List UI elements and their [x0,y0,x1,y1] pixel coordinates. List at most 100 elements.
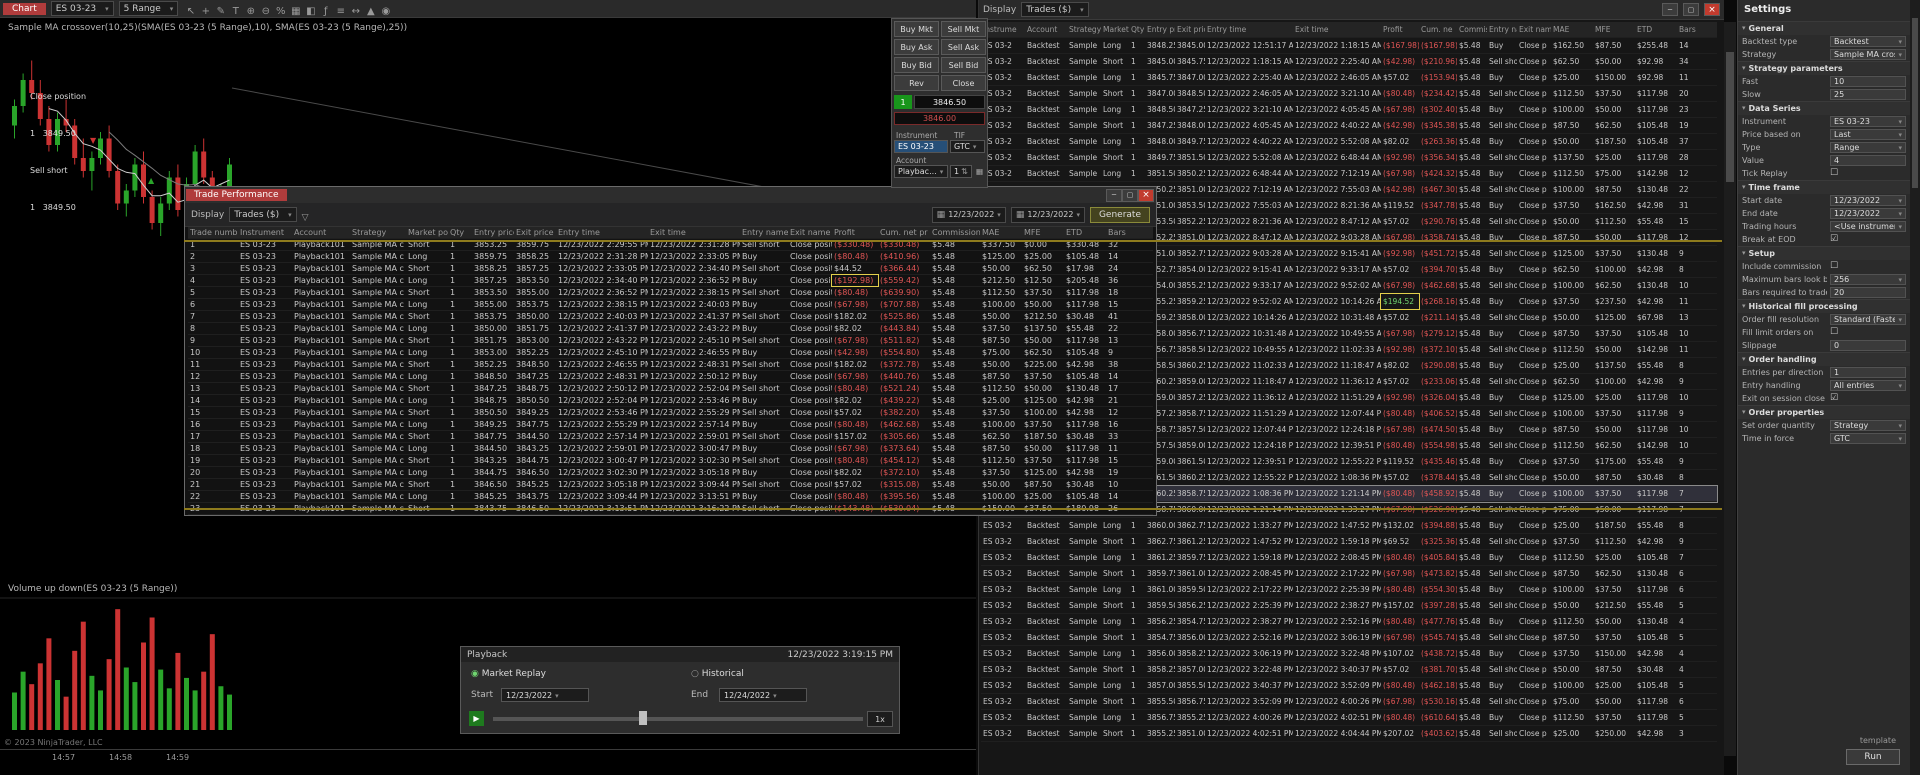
buy-ask-button[interactable]: Buy Ask [894,39,939,55]
checkbox[interactable]: ☐ [1830,167,1906,180]
column-header[interactable]: Instrument [238,227,292,238]
maximize-button[interactable] [1122,188,1138,202]
column-header[interactable]: Cum. ne [1419,22,1457,37]
collapse-icon[interactable]: ▾ [1742,353,1746,366]
text-tool-icon[interactable]: T [228,6,243,17]
zoom-out-icon[interactable]: ⊖ [258,6,273,17]
scrollbar-thumb[interactable] [1726,52,1734,182]
table-row[interactable]: 8 ES 03-23 Playback101 Sample MA c Long 1 3850… [188,323,1153,335]
marker-icon[interactable]: ▲ [363,6,378,17]
tif-select[interactable]: GTC [950,140,985,153]
table-row[interactable]: 14 ES 03-23 Playback101 Sample MA c Long 1 384… [188,395,1153,407]
column-header[interactable]: Exit nam [1517,22,1551,37]
column-header[interactable]: Strategy [350,227,406,238]
column-header[interactable]: Entry na [1487,22,1517,37]
crosshair-icon[interactable]: + [198,6,213,17]
table-row[interactable]: 17 ES 03-23 Playback101 Sample MA c Short 1 38… [188,431,1153,443]
setting-value[interactable]: ES 03-23 [1830,116,1906,127]
close-button[interactable]: Close [941,75,986,91]
minimize-button[interactable] [1662,3,1678,16]
table-row[interactable]: 19 ES 03-23 Playback101 Sample MA c Short 1 38… [188,455,1153,467]
table-row[interactable]: 9 ES 03-23 Playback101 Sample MA c Short 1 385… [188,335,1153,347]
collapse-icon[interactable]: ▾ [1742,22,1746,35]
column-header[interactable]: Commis [1457,22,1487,37]
column-header[interactable]: Exit price [514,227,556,238]
collapse-icon[interactable]: ▾ [1742,406,1746,419]
setting-value[interactable]: Last [1830,129,1906,140]
column-header[interactable]: Bars [1677,22,1701,37]
trade-performance-titlebar[interactable]: Trade Performance [185,187,1156,203]
template-link[interactable]: template [1860,736,1896,745]
collapse-icon[interactable]: ▾ [1742,62,1746,75]
table-row[interactable]: ES 03-2 Backtest Sample Long 1 3851.50 3850.25… [981,166,1717,182]
column-header[interactable]: Qty [1129,22,1145,37]
settings-scrollbar[interactable] [1910,0,1920,775]
column-header[interactable]: Profit [832,227,878,238]
table-row[interactable]: 2 ES 03-23 Playback101 Sample MA c Long 1 3859… [188,251,1153,263]
table-row[interactable]: 13 ES 03-23 Playback101 Sample MA c Short 1 38… [188,383,1153,395]
column-header[interactable]: Entry price [472,227,514,238]
table-row[interactable]: ES 03-2 Backtest Sample Short 1 3847.00 3848.5… [981,86,1717,102]
market-replay-radio[interactable]: Market Replay [471,669,546,679]
table-row[interactable]: ES 03-2 Backtest Sample Long 1 3848.25 3845.00… [981,38,1717,54]
table-row[interactable]: ES 03-2 Backtest Sample Short 1 3845.00 3845.7… [981,54,1717,70]
column-header[interactable]: Strategy [1067,22,1101,37]
setting-value[interactable]: Strategy [1830,420,1906,431]
table-row[interactable]: 5 ES 03-23 Playback101 Sample MA c Short 1 385… [188,287,1153,299]
column-header[interactable]: Exit pric [1175,22,1205,37]
chart-tab[interactable]: Chart [3,2,46,15]
column-header[interactable]: Trade numb [188,227,238,238]
table-row[interactable]: ES 03-2 Backtest Sample Short 1 3855.50 3856.7… [981,694,1717,710]
playback-end-date[interactable]: 12/24/2022 [719,688,807,702]
playback-titlebar[interactable]: Playback 12/23/2022 3:19:15 PM [461,647,899,662]
close-button[interactable] [1704,3,1720,16]
column-header[interactable]: Entry name [740,227,788,238]
maximize-button[interactable] [1683,3,1699,16]
setting-value[interactable]: Sample MA crossover [1830,49,1906,60]
settings-section-header[interactable]: ▾ Order handling [1738,352,1910,366]
table-row[interactable]: ES 03-2 Backtest Sample Long 1 3856.00 3858.25… [981,646,1717,662]
column-header[interactable]: Account [292,227,350,238]
menu-icon[interactable]: ≡ [333,6,348,17]
generate-button[interactable]: Generate [1089,206,1150,223]
checkbox[interactable]: ☐ [1830,260,1906,273]
reverse-button[interactable]: Rev [894,75,939,91]
table-row[interactable]: ES 03-2 Backtest Sample Long 1 3860.00 3862.75… [981,518,1717,534]
chart-bars-icon[interactable]: ▦ [288,6,303,17]
collapse-icon[interactable]: ▾ [1742,102,1746,115]
table-row[interactable]: 20 ES 03-23 Playback101 Sample MA c Long 1 384… [188,467,1153,479]
table-row[interactable]: 18 ES 03-23 Playback101 Sample MA c Long 1 384… [188,443,1153,455]
collapse-icon[interactable]: ▾ [1742,247,1746,260]
table-row[interactable]: 7 ES 03-23 Playback101 Sample MA c Short 1 385… [188,311,1153,323]
setting-value[interactable]: 256 [1830,274,1906,285]
column-header[interactable]: Market p [1101,22,1129,37]
setting-value[interactable]: All entries [1830,380,1906,391]
table-row[interactable]: ES 03-2 Backtest Sample Long 1 3857.00 3855.50… [981,678,1717,694]
table-row[interactable]: 11 ES 03-23 Playback101 Sample MA c Short 1 38… [188,359,1153,371]
table-row[interactable]: 6 ES 03-23 Playback101 Sample MA c Long 1 3855… [188,299,1153,311]
table-row[interactable]: 16 ES 03-23 Playback101 Sample MA c Long 1 384… [188,419,1153,431]
settings-section-header[interactable]: ▾ Setup [1738,246,1910,260]
target-icon[interactable]: ◉ [378,6,393,17]
collapse-icon[interactable]: ▾ [1742,181,1746,194]
historical-radio[interactable]: Historical [691,669,744,679]
checkbox[interactable]: ☐ [1830,326,1906,339]
table-row[interactable]: ES 03-2 Backtest Sample Short 1 3858.25 3857.0… [981,662,1717,678]
minimize-button[interactable] [1106,188,1122,202]
zoom-in-icon[interactable]: ⊕ [243,6,258,17]
buy-bid-button[interactable]: Buy Bid [894,57,939,73]
arrows-icon[interactable]: ↔ [348,6,363,17]
column-header[interactable]: MFE [1022,227,1064,238]
column-header[interactable]: Exit time [1293,22,1381,37]
column-header[interactable]: Account [1025,22,1067,37]
setting-value[interactable]: 4 [1830,155,1906,166]
settings-section-header[interactable]: ▾ Historical fill processing [1738,299,1910,313]
settings-section-header[interactable]: ▾ Strategy parameters [1738,61,1910,75]
analyzer-scrollbar[interactable] [1724,22,1736,756]
table-row[interactable]: 21 ES 03-23 Playback101 Sample MA c Short 1 38… [188,479,1153,491]
column-header[interactable]: Exit time [648,227,740,238]
table-row[interactable]: 4 ES 03-23 Playback101 Sample MA c Long 1 3857… [188,274,1153,287]
table-row[interactable]: 10 ES 03-23 Playback101 Sample MA c Long 1 385… [188,347,1153,359]
settings-section-header[interactable]: ▾ General [1738,21,1910,35]
table-row[interactable]: ES 03-2 Backtest Sample Short 1 3847.25 3848.0… [981,118,1717,134]
